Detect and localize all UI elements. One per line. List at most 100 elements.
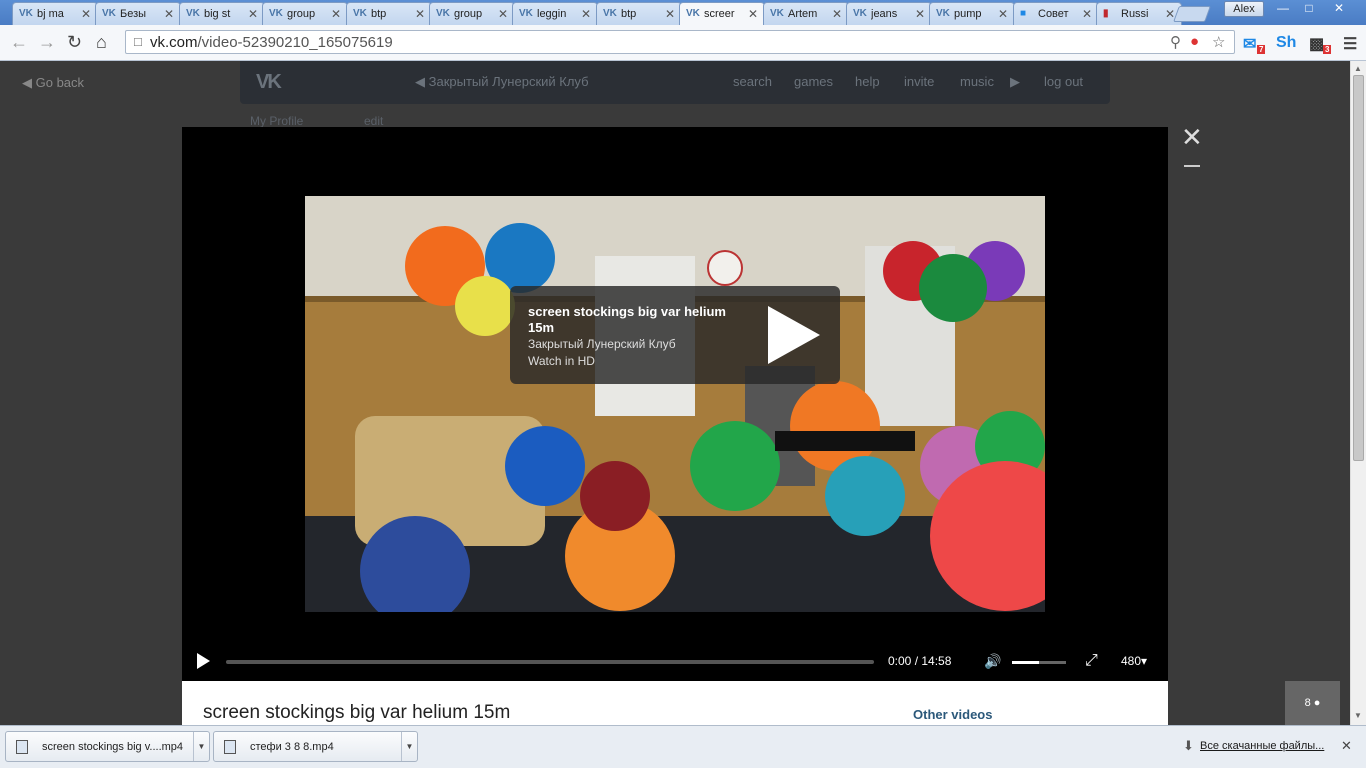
tab-close-icon[interactable]: ✕ <box>415 7 425 21</box>
watch-in-hd-link[interactable]: Watch in HD <box>528 354 595 368</box>
viewers-counter[interactable]: 8 ● <box>1285 681 1340 725</box>
forward-arrow-icon[interactable]: → <box>38 32 56 52</box>
video-title-bar: screen stockings big var helium 15m Othe… <box>182 681 1168 725</box>
tab-13[interactable]: ■ Совет ✕ <box>1013 2 1099 25</box>
volume-slider[interactable] <box>1012 661 1066 664</box>
home-icon[interactable]: ⌂ <box>96 32 107 52</box>
video-info-overlay[interactable]: screen stockings big var helium 15m Закр… <box>510 286 840 384</box>
minimize-player-icon[interactable] <box>1184 165 1200 167</box>
download-menu-icon[interactable]: ▼ <box>401 732 417 761</box>
user-profile-badge[interactable]: Alex <box>1224 1 1264 17</box>
tab-close-icon[interactable]: ✕ <box>915 7 925 21</box>
go-back-link[interactable]: ◀ Go back <box>22 75 84 91</box>
tab-5[interactable]: VK btp ✕ <box>346 2 432 25</box>
scroll-up-icon[interactable]: ▲ <box>1354 64 1362 73</box>
close-shelf-icon[interactable]: ✕ <box>1341 738 1352 754</box>
address-bar[interactable]: □ vk.com/video-52390210_165075619 ⚲ ● ☆ <box>125 30 1235 54</box>
tab-label: Безы <box>120 8 147 20</box>
close-window-icon[interactable]: ✕ <box>1326 0 1352 18</box>
tab-label: bj ma <box>37 8 64 20</box>
maximize-window-icon[interactable]: □ <box>1296 0 1322 18</box>
overlay-group-name[interactable]: Закрытый Лунерский Клуб <box>528 337 676 351</box>
tab-close-icon[interactable]: ✕ <box>748 7 758 21</box>
tab-close-icon[interactable]: ✕ <box>665 7 675 21</box>
tab-close-icon[interactable]: ✕ <box>1082 7 1092 21</box>
download-arrow-icon: ⬇ <box>1183 738 1194 753</box>
minimize-window-icon[interactable]: — <box>1270 0 1296 18</box>
page-scrollbar[interactable]: ▲ ▼ <box>1350 61 1366 725</box>
blocker-extension-icon[interactable]: ● <box>1190 33 1199 50</box>
tab-label: big st <box>204 8 231 20</box>
tab-8[interactable]: VK btp ✕ <box>596 2 682 25</box>
big-play-icon[interactable] <box>768 306 820 364</box>
progress-bar[interactable] <box>226 660 874 664</box>
menu-invite[interactable]: invite <box>904 74 934 89</box>
download-filename: screen stockings big v....mp4 <box>42 741 184 753</box>
download-item[interactable]: стефи 3 8 8.mp4 ▼ <box>213 731 418 762</box>
tab-label: group <box>287 8 316 20</box>
tab-12[interactable]: VK pump ✕ <box>929 2 1015 25</box>
download-menu-icon[interactable]: ▼ <box>193 732 209 761</box>
zoom-icon[interactable]: ⚲ <box>1170 33 1181 51</box>
new-tab-button[interactable] <box>1173 6 1211 22</box>
fullscreen-icon[interactable]: ⤢ <box>1085 652 1098 670</box>
vk-header: VK ◀ Закрытый Лунерский Клуб search game… <box>240 61 1110 104</box>
tab-close-icon[interactable]: ✕ <box>581 7 591 21</box>
sh-extension-icon[interactable]: Sh <box>1276 34 1296 52</box>
tab-close-icon[interactable]: ✕ <box>832 7 842 21</box>
edit-link[interactable]: edit <box>364 114 383 128</box>
close-icon[interactable]: ✕ <box>1181 122 1203 153</box>
tab-close-icon[interactable]: ✕ <box>498 7 508 21</box>
tab-14[interactable]: ▮ Russi ✕ <box>1096 2 1182 25</box>
video-frame[interactable] <box>305 196 1045 612</box>
all-downloads-link[interactable]: Все скачанные файлы... <box>1200 740 1324 752</box>
menu-music[interactable]: music <box>960 74 994 89</box>
other-videos-link[interactable]: Other videos <box>913 707 992 722</box>
video-player: screen stockings big var helium 15m Закр… <box>182 127 1168 681</box>
log-out-link[interactable]: log out <box>1044 74 1083 89</box>
scroll-down-icon[interactable]: ▼ <box>1354 711 1362 720</box>
tab-10[interactable]: VK Artem ✕ <box>763 2 849 25</box>
tab-3[interactable]: VK big st ✕ <box>179 2 265 25</box>
tab-4[interactable]: VK group ✕ <box>262 2 348 25</box>
tab-close-icon[interactable]: ✕ <box>248 7 258 21</box>
back-arrow-icon[interactable]: ← <box>10 32 28 52</box>
video-title: screen stockings big var helium 15m <box>203 702 511 723</box>
tab-close-icon[interactable]: ✕ <box>164 7 174 21</box>
file-icon <box>224 740 236 754</box>
vk-favicon-icon: VK <box>353 8 367 19</box>
menu-help[interactable]: help <box>855 74 880 89</box>
tab-close-icon[interactable]: ✕ <box>998 7 1008 21</box>
vk-logo[interactable]: VK <box>256 71 282 94</box>
menu-search[interactable]: search <box>733 74 772 89</box>
tab-11[interactable]: VK jeans ✕ <box>846 2 932 25</box>
screenshot-extension-icon[interactable]: ▩ <box>1309 34 1324 54</box>
menu-games[interactable]: games <box>794 74 833 89</box>
vk-favicon-icon: VK <box>19 8 33 19</box>
tab-6[interactable]: VK group ✕ <box>429 2 515 25</box>
page-icon: □ <box>134 34 142 49</box>
tab-label: btp <box>371 8 387 20</box>
download-item[interactable]: screen stockings big v....mp4 ▼ <box>5 731 210 762</box>
quality-selector[interactable]: 480▾ <box>1121 654 1147 668</box>
vk-favicon-icon: VK <box>936 8 950 19</box>
play-icon[interactable] <box>197 653 210 669</box>
tab-1[interactable]: VK bj ma ✕ <box>12 2 98 25</box>
reload-icon[interactable]: ↻ <box>67 32 82 52</box>
bookmark-star-icon[interactable]: ☆ <box>1212 33 1225 51</box>
tab-close-icon[interactable]: ✕ <box>331 7 341 21</box>
tab-7[interactable]: VK leggin ✕ <box>512 2 598 25</box>
tab-2[interactable]: VK Безы ✕ <box>95 2 181 25</box>
counter-value: 8 <box>1304 697 1311 709</box>
file-icon <box>16 740 28 754</box>
menu-icon[interactable]: ☰ <box>1343 34 1357 54</box>
my-profile-link[interactable]: My Profile <box>250 114 303 128</box>
vk-group-link[interactable]: ◀ Закрытый Лунерский Клуб <box>415 74 589 90</box>
book-favicon-icon: ▮ <box>1103 8 1109 19</box>
tab-9[interactable]: VK screer ✕ <box>679 2 765 26</box>
mail-extension-icon[interactable]: ✉ <box>1243 34 1256 54</box>
music-play-icon[interactable]: ▶ <box>1010 74 1020 90</box>
tab-close-icon[interactable]: ✕ <box>81 7 91 21</box>
volume-icon[interactable]: 🔊 <box>984 653 1001 670</box>
scroll-thumb[interactable] <box>1353 75 1364 461</box>
